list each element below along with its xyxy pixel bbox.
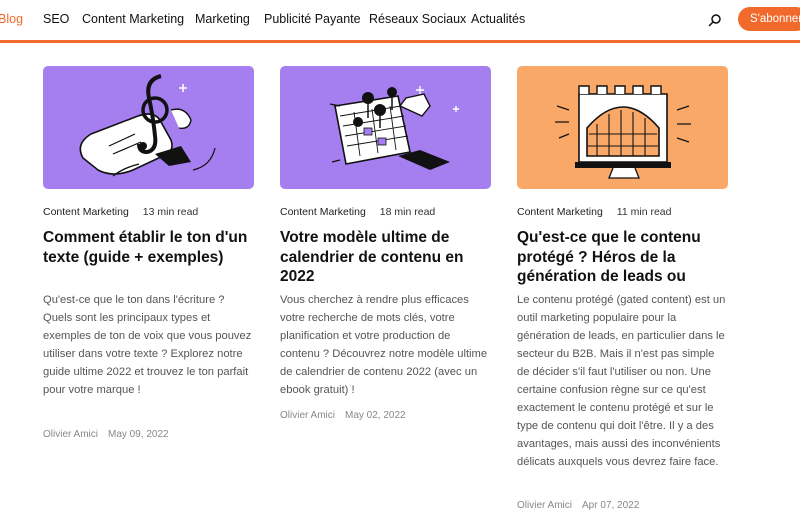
article-category[interactable]: Content Marketing bbox=[43, 206, 129, 218]
article-thumbnail[interactable] bbox=[43, 66, 254, 189]
nav-item-actualites[interactable]: Actualités bbox=[471, 12, 525, 26]
article-author[interactable]: Olivier Amici bbox=[280, 410, 335, 421]
article-meta: Content Marketing 18 min read bbox=[280, 206, 435, 218]
nav-item-content-marketing[interactable]: Content Marketing bbox=[82, 12, 184, 26]
article-byline: Olivier Amici May 09, 2022 bbox=[43, 429, 169, 440]
treble-clef-hand-illustration bbox=[43, 66, 254, 189]
read-time: 13 min read bbox=[142, 206, 199, 218]
article-card[interactable]: Content Marketing 11 min read Qu'est-ce q… bbox=[517, 66, 729, 511]
article-title[interactable]: Votre modèle ultime de calendrier de con… bbox=[280, 228, 488, 287]
article-thumbnail[interactable] bbox=[517, 66, 728, 189]
article-date: May 09, 2022 bbox=[108, 429, 169, 440]
search-icon[interactable] bbox=[708, 13, 722, 27]
article-meta: Content Marketing 13 min read bbox=[43, 206, 198, 218]
article-category[interactable]: Content Marketing bbox=[517, 206, 603, 218]
article-author[interactable]: Olivier Amici bbox=[43, 429, 98, 440]
article-meta: Content Marketing 11 min read bbox=[517, 206, 671, 218]
article-title[interactable]: Comment établir le ton d'un texte (guide… bbox=[43, 228, 251, 267]
nav-item-marketing[interactable]: Marketing bbox=[195, 12, 250, 26]
nav-item-seo[interactable]: SEO bbox=[43, 12, 69, 26]
read-time: 11 min read bbox=[616, 206, 672, 218]
subscribe-button[interactable]: S'abonner bbox=[738, 7, 800, 31]
article-excerpt: Le contenu protégé (gated content) est u… bbox=[517, 294, 726, 468]
calendar-pins-illustration bbox=[280, 66, 491, 189]
nav-item-publicite-payante[interactable]: Publicité Payante bbox=[264, 12, 361, 26]
top-navigation: Blog SEO Content Marketing Marketing Pub… bbox=[0, 0, 800, 43]
article-excerpt: Vous cherchez à rendre plus efficaces vo… bbox=[280, 294, 488, 396]
article-excerpt: Qu'est-ce que le ton dans l'écriture ? Q… bbox=[43, 294, 252, 396]
article-author[interactable]: Olivier Amici bbox=[517, 500, 572, 511]
article-thumbnail[interactable] bbox=[280, 66, 491, 189]
article-date: Apr 07, 2022 bbox=[582, 500, 640, 511]
article-byline: Olivier Amici May 02, 2022 bbox=[280, 410, 406, 421]
read-time: 18 min read bbox=[379, 206, 436, 218]
nav-item-reseaux-sociaux[interactable]: Réseaux Sociaux bbox=[369, 12, 466, 26]
article-date: May 02, 2022 bbox=[345, 410, 406, 421]
nav-item-blog[interactable]: Blog bbox=[0, 12, 23, 26]
article-byline: Olivier Amici Apr 07, 2022 bbox=[517, 500, 639, 511]
article-card[interactable]: Content Marketing 18 min read Votre modèl… bbox=[280, 66, 492, 421]
castle-gate-screen-illustration bbox=[517, 66, 728, 189]
article-category[interactable]: Content Marketing bbox=[280, 206, 366, 218]
article-title[interactable]: Qu'est-ce que le contenu protégé ? Héros… bbox=[517, 228, 725, 287]
article-card[interactable]: Content Marketing 13 min read Comment éta… bbox=[43, 66, 255, 440]
